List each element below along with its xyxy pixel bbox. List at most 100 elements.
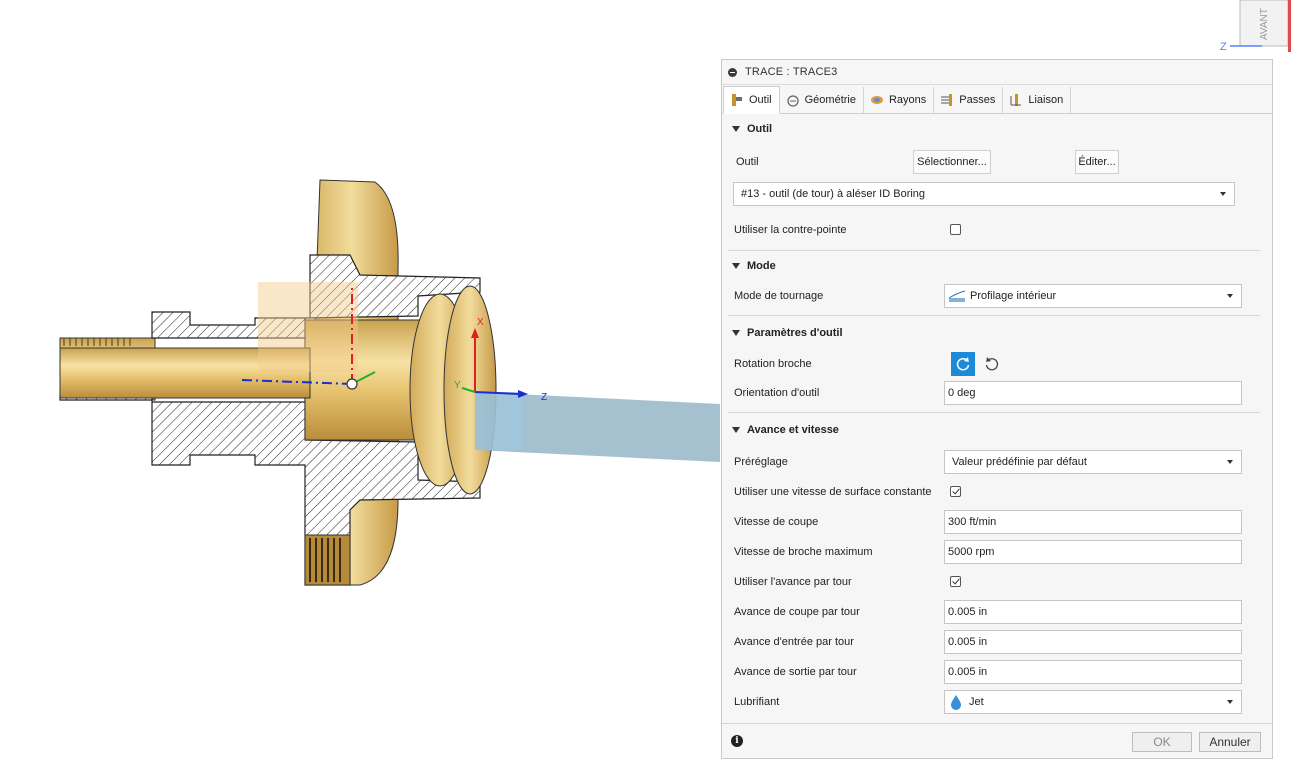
feed-per-rev-label: Utiliser l'avance par tour [734, 576, 852, 588]
lead-out-label: Avance de sortie par tour [734, 666, 857, 678]
css-label: Utiliser une vitesse de surface constant… [734, 486, 932, 498]
max-spindle-label: Vitesse de broche maximum [734, 546, 873, 558]
orientation-label: Orientation d'outil [734, 387, 820, 399]
origin-point [346, 378, 358, 390]
dialog-footer: i OK Annuler [722, 723, 1272, 758]
collapse-triangle-icon [732, 427, 740, 433]
preset-value: Valeur prédéfinie par défaut [952, 456, 1087, 468]
lead-in-input[interactable]: 0.005 in [944, 630, 1242, 654]
section-title: Outil [747, 123, 773, 135]
tab-label: Passes [959, 94, 996, 106]
droplet-icon [949, 694, 963, 710]
lead-in-label: Avance d'entrée par tour [734, 636, 854, 648]
axis-z-label: Z [541, 392, 547, 403]
section-title: Mode [747, 260, 776, 272]
chevron-down-icon [1227, 294, 1233, 298]
tailstock-checkbox[interactable] [950, 224, 961, 235]
turning-mode-dropdown[interactable]: Profilage intérieur [944, 284, 1242, 308]
preset-row: Préréglage Valeur prédéfinie par défaut [722, 447, 1272, 477]
tailstock-label: Utiliser la contre-pointe [734, 224, 847, 236]
tool-dropdown[interactable]: #13 - outil (de tour) à aléser ID Boring [733, 182, 1235, 206]
cancel-button[interactable]: Annuler [1199, 732, 1261, 752]
css-row: Utiliser une vitesse de surface constant… [722, 477, 1272, 507]
dialog-title: TRACE : TRACE3 [745, 66, 838, 78]
preset-label: Préréglage [734, 456, 788, 468]
view-cube-face: AVANT [1259, 8, 1270, 40]
tab-outil[interactable]: Outil [723, 86, 780, 114]
tab-label: Géométrie [804, 94, 856, 106]
lead-in-row: Avance d'entrée par tour 0.005 in [722, 627, 1272, 657]
feed-per-rev-row: Utiliser l'avance par tour [722, 567, 1272, 597]
collapse-icon[interactable] [728, 67, 737, 77]
edit-tool-button[interactable]: Éditer... [1075, 150, 1119, 174]
info-icon[interactable]: i [731, 735, 743, 747]
chevron-down-icon [1220, 192, 1226, 196]
passes-tab-icon [940, 93, 954, 107]
collapse-triangle-icon [732, 126, 740, 132]
cutting-speed-input[interactable]: 300 ft/min [944, 510, 1242, 534]
clockwise-rotation-button[interactable] [951, 352, 975, 376]
cutting-speed-label: Vitesse de coupe [734, 516, 819, 528]
spindle-rotation-row: Rotation broche [722, 350, 1272, 378]
chevron-down-icon [1227, 460, 1233, 464]
chevron-down-icon [1227, 700, 1233, 704]
feed-per-rev-checkbox[interactable] [950, 576, 961, 587]
tool-select-row: #13 - outil (de tour) à aléser ID Boring [722, 180, 1272, 212]
profiling-icon [948, 289, 966, 303]
tool-label: Outil [736, 156, 759, 168]
cut-feed-input[interactable]: 0.005 in [944, 600, 1242, 624]
spindle-label: Rotation broche [734, 358, 812, 370]
select-tool-button[interactable]: Sélectionner... [913, 150, 991, 174]
section-tool-params-header[interactable]: Paramètres d'outil [722, 316, 1272, 350]
trace-dialog: TRACE : TRACE3 Outil Géométrie Rayons Pa… [721, 59, 1273, 759]
tool-dropdown-value: #13 - outil (de tour) à aléser ID Boring [741, 188, 926, 200]
css-checkbox[interactable] [950, 486, 961, 497]
turning-mode-label: Mode de tournage [734, 290, 824, 302]
tool-tab-icon [730, 93, 744, 107]
collapse-triangle-icon [732, 263, 740, 269]
tailstock-row: Utiliser la contre-pointe [722, 212, 1272, 248]
lead-out-row: Avance de sortie par tour 0.005 in [722, 657, 1272, 687]
stock-highlight [258, 282, 358, 372]
cut-feed-label: Avance de coupe par tour [734, 606, 860, 618]
dialog-body: Outil Outil Sélectionner... Éditer... #1… [722, 114, 1272, 724]
clockwise-icon [956, 357, 970, 371]
tab-liaison[interactable]: Liaison [1003, 87, 1072, 113]
cutting-speed-row: Vitesse de coupe 300 ft/min [722, 507, 1272, 537]
preset-dropdown[interactable]: Valeur prédéfinie par défaut [944, 450, 1242, 474]
section-mode-header[interactable]: Mode [722, 251, 1272, 281]
geometry-tab-icon [786, 93, 800, 107]
cut-feed-row: Avance de coupe par tour 0.005 in [722, 597, 1272, 627]
view-cube[interactable]: AVANT Z [1218, 0, 1291, 53]
lead-out-input[interactable]: 0.005 in [944, 660, 1242, 684]
coolant-row: Lubrifiant Jet [722, 687, 1272, 717]
section-outil-header[interactable]: Outil [722, 114, 1272, 144]
tab-label: Rayons [888, 94, 927, 106]
axis-y-label: Y [454, 380, 461, 391]
axis-x-label: X [477, 317, 484, 328]
coolant-value: Jet [969, 696, 984, 708]
linking-tab-icon [1009, 93, 1023, 107]
coolant-label: Lubrifiant [734, 696, 780, 708]
tab-geometrie[interactable]: Géométrie [780, 87, 864, 113]
section-feed-speed-header[interactable]: Avance et vitesse [722, 413, 1272, 447]
tab-passes[interactable]: Passes [934, 87, 1004, 113]
counterclockwise-rotation-button[interactable] [980, 352, 1004, 376]
tool-row: Outil Sélectionner... Éditer... [722, 144, 1272, 180]
tab-label: Liaison [1028, 94, 1064, 106]
max-spindle-row: Vitesse de broche maximum 5000 rpm [722, 537, 1272, 567]
radii-tab-icon [870, 93, 884, 107]
section-title: Avance et vitesse [747, 424, 839, 436]
tab-rayons[interactable]: Rayons [864, 87, 935, 113]
turning-mode-row: Mode de tournage Profilage intérieur [722, 281, 1272, 311]
turning-mode-value: Profilage intérieur [970, 290, 1057, 302]
tab-label: Outil [749, 94, 772, 106]
coolant-dropdown[interactable]: Jet [944, 690, 1242, 714]
ok-button[interactable]: OK [1132, 732, 1192, 752]
dialog-titlebar: TRACE : TRACE3 [722, 60, 1272, 85]
counterclockwise-icon [985, 357, 999, 371]
orientation-input[interactable]: 0 deg [944, 381, 1242, 405]
section-title: Paramètres d'outil [747, 327, 843, 339]
max-spindle-input[interactable]: 5000 rpm [944, 540, 1242, 564]
dialog-tabs: Outil Géométrie Rayons Passes Liaison [722, 85, 1272, 114]
